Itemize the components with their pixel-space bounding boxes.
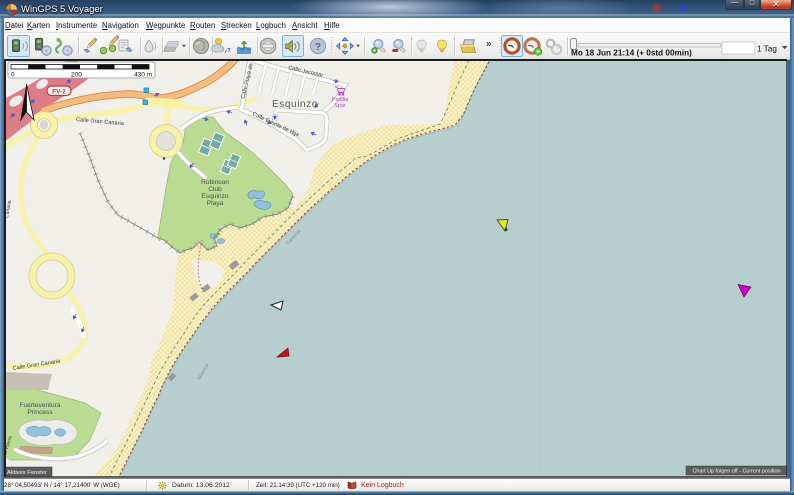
svg-text:Aktives Fenster: Aktives Fenster (7, 470, 47, 476)
svg-text:Chart Up folgen off - Current: Chart Up folgen off - Current position (693, 469, 781, 475)
svg-text:Princess: Princess (27, 409, 53, 416)
svg-text:?: ? (315, 41, 321, 53)
svg-text:Robinson: Robinson (201, 179, 229, 186)
svg-text:200: 200 (71, 72, 82, 79)
svg-text:Club: Club (208, 186, 222, 193)
svg-text:Mo 18 Jun 21:14 (+ 0std 00min: Mo 18 Jun 21:14 (+ 0std 00min) (571, 49, 692, 58)
svg-text:Esquinzo: Esquinzo (272, 99, 318, 110)
svg-text:1 Tag: 1 Tag (757, 45, 777, 54)
svg-text:430 m: 430 m (134, 72, 152, 79)
svg-text:Esquinzo: Esquinzo (201, 193, 228, 200)
svg-text:FV-2: FV-2 (52, 88, 66, 95)
svg-text:0: 0 (11, 72, 15, 79)
svg-text:»: » (486, 39, 492, 50)
svg-text:Playa: Playa (207, 200, 224, 207)
svg-text:Fuerteventura: Fuerteventura (19, 402, 60, 409)
svg-text:Spar: Spar (334, 103, 346, 109)
